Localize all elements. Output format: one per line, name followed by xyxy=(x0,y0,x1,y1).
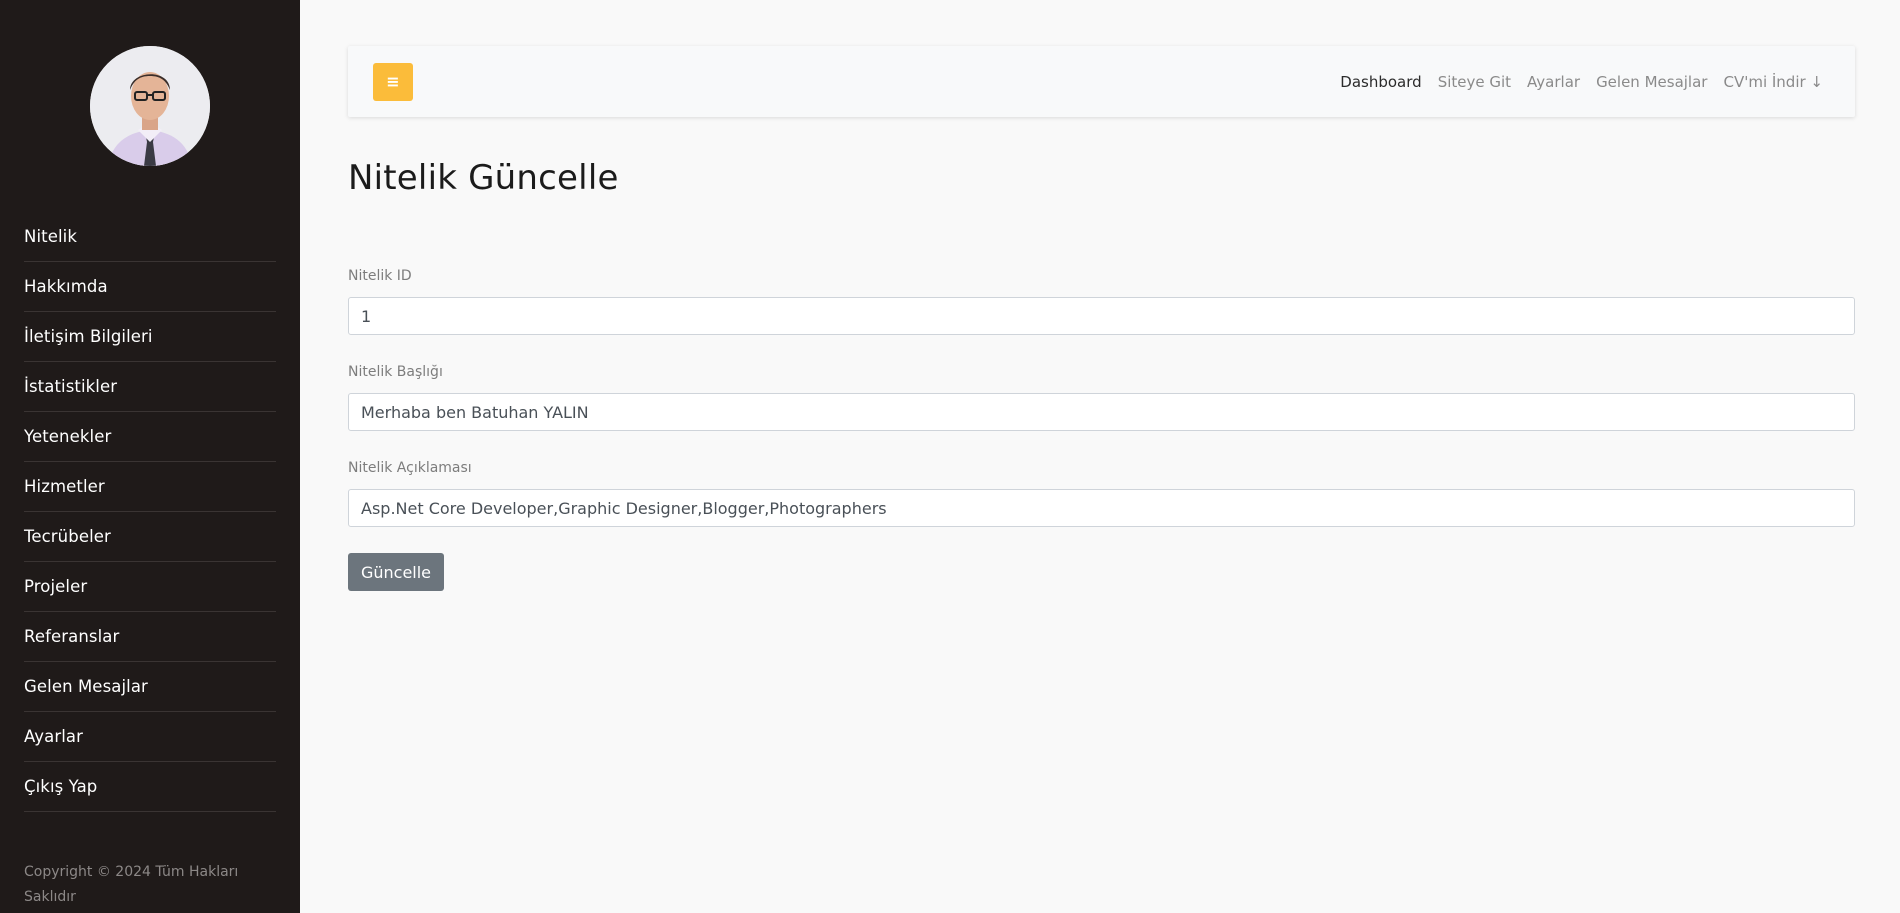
sidebar-item-referanslar[interactable]: Referanslar xyxy=(24,612,276,662)
nitelik-basligi-input[interactable] xyxy=(348,393,1855,431)
nav-link-ayarlar[interactable]: Ayarlar xyxy=(1527,73,1580,91)
sidebar-item-ayarlar[interactable]: Ayarlar xyxy=(24,712,276,762)
nitelik-aciklamasi-label: Nitelik Açıklaması xyxy=(348,460,472,476)
top-nav-links: Dashboard Siteye Git Ayarlar Gelen Mesaj… xyxy=(1340,46,1823,117)
nav-link-siteye-git[interactable]: Siteye Git xyxy=(1438,73,1511,91)
sidebar-item-tecrubeler[interactable]: Tecrübeler xyxy=(24,512,276,562)
nitelik-aciklamasi-input[interactable] xyxy=(348,489,1855,527)
sidebar-item-cikis-yap[interactable]: Çıkış Yap xyxy=(24,762,276,812)
sidebar-menu: Nitelik Hakkımda İletişim Bilgileri İsta… xyxy=(24,212,276,812)
sidebar-item-iletisim-bilgileri[interactable]: İletişim Bilgileri xyxy=(24,312,276,362)
sidebar-item-gelen-mesajlar[interactable]: Gelen Mesajlar xyxy=(24,662,276,712)
nitelik-basligi-label: Nitelik Başlığı xyxy=(348,364,443,380)
page-title: Nitelik Güncelle xyxy=(348,158,619,198)
sidebar-item-projeler[interactable]: Projeler xyxy=(24,562,276,612)
sidebar-item-yetenekler[interactable]: Yetenekler xyxy=(24,412,276,462)
nav-link-gelen-mesajlar[interactable]: Gelen Mesajlar xyxy=(1596,73,1707,91)
sidebar-item-hizmetler[interactable]: Hizmetler xyxy=(24,462,276,512)
copyright-text: Copyright © 2024 Tüm Hakları Saklıdır xyxy=(24,864,239,905)
top-navbar: ≡ Dashboard Siteye Git Ayarlar Gelen Mes… xyxy=(348,46,1855,117)
nav-link-cv-indir[interactable]: CV'mi İndir ↓ xyxy=(1723,73,1823,91)
sidebar-item-hakkimda[interactable]: Hakkımda xyxy=(24,262,276,312)
sidebar-toggle-button[interactable]: ≡ xyxy=(373,63,413,101)
nav-link-dashboard[interactable]: Dashboard xyxy=(1340,73,1421,91)
nitelik-id-input[interactable] xyxy=(348,297,1855,335)
profile-avatar xyxy=(90,46,210,166)
sidebar-item-nitelik[interactable]: Nitelik xyxy=(24,212,276,262)
hamburger-menu-icon: ≡ xyxy=(386,72,400,91)
sidebar: Nitelik Hakkımda İletişim Bilgileri İsta… xyxy=(0,0,300,913)
profile-photo xyxy=(90,46,210,166)
guncelle-button[interactable]: Güncelle xyxy=(348,553,444,591)
sidebar-item-istatistikler[interactable]: İstatistikler xyxy=(24,362,276,412)
nitelik-id-label: Nitelik ID xyxy=(348,268,412,284)
